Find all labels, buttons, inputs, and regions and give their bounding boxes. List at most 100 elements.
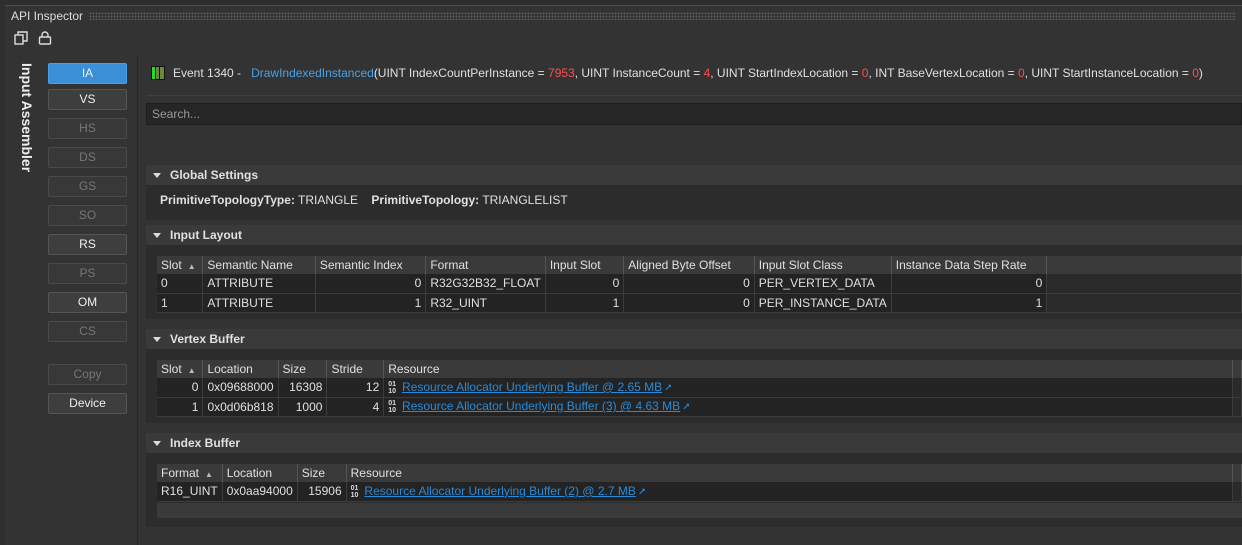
collapse-icon[interactable] (153, 233, 161, 238)
section-index-buffer[interactable]: Index Buffer (146, 433, 1242, 453)
input-layout-table: Slot ▲ Semantic Name Semantic Index Format In… (157, 256, 1242, 313)
stage-button-om[interactable]: OM (48, 292, 127, 313)
param-value: 0 (861, 66, 869, 80)
table-cell: 15906 (297, 482, 347, 502)
event-id: Event 1340 - (173, 66, 242, 80)
column-header[interactable]: Stride (326, 360, 385, 378)
param-label: , UINT StartInstanceLocation = (1024, 66, 1193, 80)
section-title: Index Buffer (170, 436, 241, 450)
table-cell: 0 (545, 274, 625, 294)
table-header-row: Slot ▲ Location Size Stride Resource (157, 360, 1242, 378)
param-value: 4 (703, 66, 711, 80)
stage-button-device[interactable]: Device (48, 393, 127, 414)
param-label: , UINT InstanceCount = (574, 66, 704, 80)
table-cell: R16_UINT (157, 482, 223, 502)
binary-icon: 01 10 (388, 380, 397, 395)
column-header[interactable]: Slot ▲ (157, 360, 204, 378)
resource-link[interactable]: Resource Allocator Underlying Buffer (3)… (402, 399, 680, 413)
stage-button-vs[interactable]: VS (48, 89, 127, 110)
binary-icon: 01 10 (388, 399, 397, 414)
table-cell: 0 (623, 293, 755, 313)
event-status-icon (151, 66, 165, 80)
window-title: API Inspector (11, 8, 84, 23)
table-row[interactable]: R16_UINT 0x0aa94000 15906 01 10 Resource Allo… (157, 482, 1242, 502)
column-header[interactable]: Instance Data Step Rate (891, 256, 1048, 274)
stage-button-hs[interactable]: HS (48, 118, 127, 139)
external-link-icon[interactable]: ⭧ (639, 487, 646, 498)
column-header[interactable]: Semantic Name (202, 256, 316, 274)
table-cell: PER_VERTEX_DATA (754, 274, 892, 294)
stage-button-copy[interactable]: Copy (48, 364, 127, 385)
column-header[interactable]: Size (297, 464, 347, 482)
stage-button-so[interactable]: SO (48, 205, 127, 226)
drag-grip[interactable] (89, 11, 1236, 20)
column-header[interactable]: Input Slot (545, 256, 625, 274)
column-header[interactable]: Location (202, 360, 279, 378)
param-value: 0 (1192, 66, 1199, 80)
resource-link[interactable]: Resource Allocator Underlying Buffer (2)… (364, 484, 635, 498)
column-header[interactable]: Format ▲ (157, 464, 223, 482)
stage-button-ia[interactable]: IA (48, 63, 127, 84)
column-header[interactable]: Input Slot Class (754, 256, 892, 274)
table-header-row: Slot ▲ Semantic Name Semantic Index Format In… (157, 256, 1242, 274)
title-bar: API Inspector (5, 5, 1242, 25)
table-cell: 4 (326, 397, 385, 417)
table-cell: 12 (326, 378, 385, 398)
table-row[interactable]: 1 0x0d06b818 1000 4 01 10 Resource Allocator U… (157, 397, 1242, 417)
column-header[interactable]: Resource (383, 360, 1233, 378)
stage-button-rs[interactable]: RS (48, 234, 127, 255)
section-global-settings[interactable]: Global Settings (146, 165, 1242, 185)
column-header[interactable]: Semantic Index (315, 256, 427, 274)
search-input[interactable]: Search... (146, 103, 1242, 125)
main-content: Event 1340 - DrawIndexedInstanced (UINT I… (146, 55, 1242, 545)
index-buffer-table: Format ▲ Location Size Resource R16_UINT 0x0aa… (157, 464, 1242, 502)
setting-value: TRIANGLE (298, 193, 359, 207)
param-label: , UINT StartIndexLocation = (710, 66, 862, 80)
stage-button-gs[interactable]: GS (48, 176, 127, 197)
setting-key: PrimitiveTopologyType: (160, 193, 295, 207)
collapse-icon[interactable] (153, 441, 161, 446)
copy-window-icon[interactable] (14, 31, 28, 48)
stage-button-ps[interactable]: PS (48, 263, 127, 284)
stage-button-ds[interactable]: DS (48, 147, 127, 168)
table-cell: 0 (623, 274, 755, 294)
table-cell: 0 (157, 378, 204, 398)
column-header[interactable]: Slot ▲ (157, 256, 204, 274)
event-function[interactable]: DrawIndexedInstanced (251, 66, 374, 80)
lock-icon[interactable] (38, 31, 52, 48)
table-cell: 1 (545, 293, 625, 313)
resource-link[interactable]: Resource Allocator Underlying Buffer @ 2… (402, 380, 662, 394)
section-vertex-buffer[interactable]: Vertex Buffer (146, 329, 1242, 349)
table-cell: R32G32B32_FLOAT (425, 274, 546, 294)
table-cell: 0 (315, 274, 427, 294)
table-cell: 1 (315, 293, 427, 313)
param-label: ) (1198, 66, 1203, 80)
external-link-icon[interactable]: ⭧ (683, 402, 690, 413)
column-header[interactable]: Format (425, 256, 546, 274)
stage-button-cs[interactable]: CS (48, 321, 127, 342)
param-label: , INT BaseVertexLocation = (868, 66, 1018, 80)
divider[interactable] (137, 55, 138, 545)
table-cell: ATTRIBUTE (202, 274, 316, 294)
table-cell: 0x09688000 (202, 378, 279, 398)
table-cell: 1000 (278, 397, 328, 417)
table-row[interactable]: 0 0x09688000 16308 12 01 10 Resource Allocator… (157, 378, 1242, 398)
event-header: Event 1340 - DrawIndexedInstanced (UINT I… (151, 66, 1203, 80)
table-cell: R32_UINT (425, 293, 546, 313)
table-row[interactable]: 1 ATTRIBUTE 1 R32_UINT 1 0 PER_INSTANCE_DATA 1 (157, 293, 1242, 313)
section-input-layout[interactable]: Input Layout (146, 225, 1242, 245)
column-header[interactable]: Aligned Byte Offset (623, 256, 755, 274)
external-link-icon[interactable]: ⭧ (665, 383, 672, 394)
collapse-icon[interactable] (153, 337, 161, 342)
table-cell: 0x0d06b818 (202, 397, 279, 417)
api-inspector-panel: Input Assembler IA VS HS DS GS SO RS PS OM CS Copy… (5, 25, 1242, 545)
column-header[interactable]: Size (278, 360, 328, 378)
column-header[interactable]: Location (222, 464, 298, 482)
collapse-icon[interactable] (153, 173, 161, 178)
param-value: 0 (1018, 66, 1025, 80)
table-cell: 16308 (278, 378, 328, 398)
table-header-row: Format ▲ Location Size Resource (157, 464, 1242, 482)
section-title: Global Settings (170, 168, 259, 182)
column-header[interactable]: Resource (346, 464, 1233, 482)
table-row[interactable]: 0 ATTRIBUTE 0 R32G32B32_FLOAT 0 0 PER_VERTEX_D… (157, 274, 1242, 294)
